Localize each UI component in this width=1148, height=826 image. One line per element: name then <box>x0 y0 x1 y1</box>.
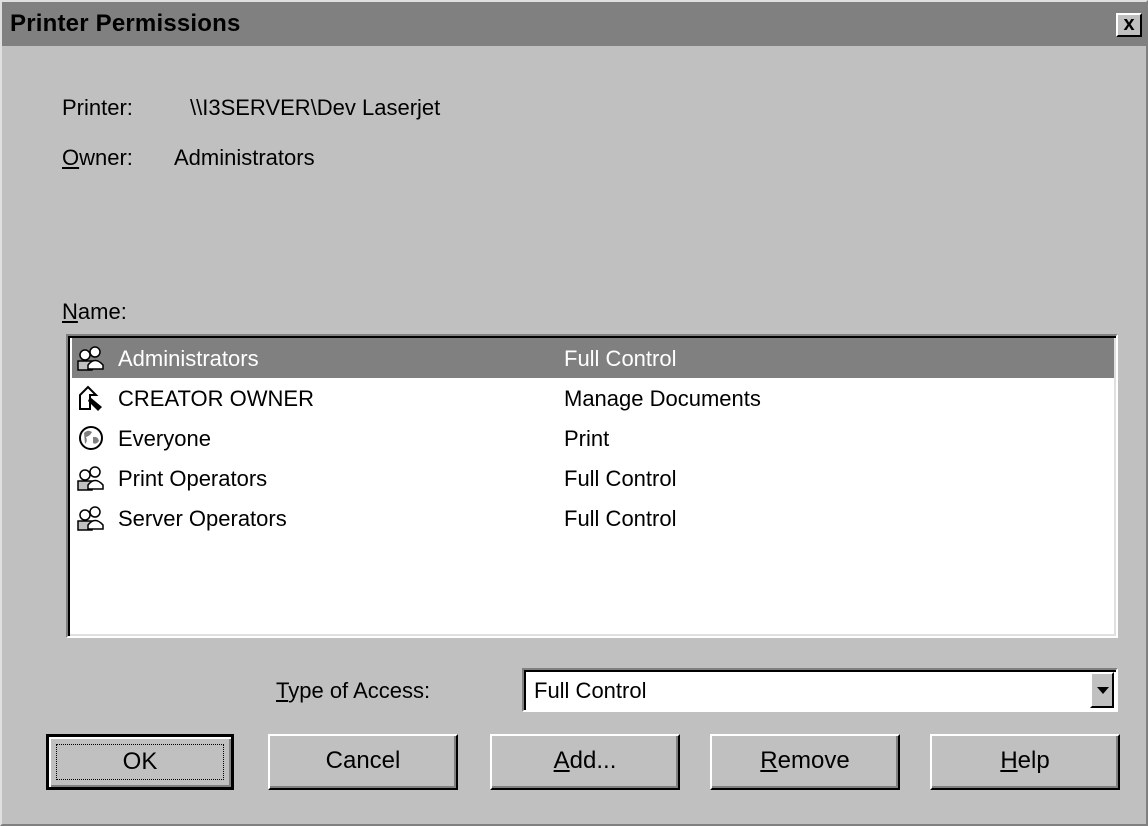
row-name: Server Operators <box>118 506 287 531</box>
help-button-label: elp <box>1017 747 1050 774</box>
list-item-administrators[interactable]: Administrators Full Control <box>72 338 1114 378</box>
close-button[interactable]: x <box>1116 13 1142 37</box>
printer-value: \\I3SERVER\Dev Laserjet <box>190 95 441 120</box>
globe-icon <box>79 426 103 450</box>
owner-label-mnemonic: O <box>62 145 80 170</box>
cancel-button-label: Cancel <box>325 747 401 774</box>
help-button-mnemonic: H <box>1000 747 1018 774</box>
group-icon <box>77 506 104 531</box>
type-of-access-value: Full Control <box>534 678 647 703</box>
printer-label: Printer: <box>62 95 133 120</box>
add-button-label: dd... <box>569 747 617 774</box>
type-of-access-select[interactable]: Full Control <box>522 668 1118 712</box>
list-item-creator-owner[interactable]: CREATOR OWNER Manage Documents <box>72 378 1114 418</box>
owner-label-rest: wner: <box>79 145 133 170</box>
row-access: Full Control <box>564 506 677 531</box>
owner-label: Owner: <box>62 145 133 171</box>
add-button[interactable]: Add... <box>490 734 680 790</box>
add-button-mnemonic: A <box>553 747 570 774</box>
window-title: Printer Permissions <box>10 10 241 37</box>
list-item-server-operators[interactable]: Server Operators Full Control <box>72 498 1114 538</box>
row-access: Full Control <box>564 466 677 491</box>
creator-owner-icon <box>79 385 102 411</box>
name-label-mnemonic: N <box>62 299 78 324</box>
list-item-everyone[interactable]: Everyone Print <box>72 418 1114 458</box>
type-of-access-label: Type of Access: <box>276 678 430 704</box>
row-access: Print <box>564 426 610 451</box>
type-of-access-label-rest: ype of Access: <box>288 678 431 703</box>
row-name: CREATOR OWNER <box>118 386 314 411</box>
row-access: Manage Documents <box>564 386 761 411</box>
row-name: Print Operators <box>118 466 268 491</box>
remove-button[interactable]: Remove <box>710 734 900 790</box>
title-bar[interactable]: Printer Permissions x <box>2 2 1146 46</box>
remove-button-label: emove <box>777 747 850 774</box>
remove-button-mnemonic: R <box>760 747 778 774</box>
chevron-down-icon[interactable] <box>1090 672 1114 708</box>
group-icon <box>77 346 104 371</box>
focus-rectangle <box>56 744 224 780</box>
row-name: Everyone <box>118 426 211 451</box>
row-name: Administrators <box>118 346 259 371</box>
ok-button[interactable]: OK <box>46 734 234 790</box>
group-icon <box>77 466 104 491</box>
row-access: Full Control <box>564 346 677 371</box>
cancel-button[interactable]: Cancel <box>268 734 458 790</box>
type-of-access-mnemonic: T <box>276 678 289 703</box>
help-button[interactable]: Help <box>930 734 1120 790</box>
permissions-list[interactable]: Administrators Full Control CREATOR OWNE… <box>66 334 1118 638</box>
name-label: Name: <box>62 299 127 325</box>
name-label-rest: ame: <box>77 299 127 324</box>
list-item-print-operators[interactable]: Print Operators Full Control <box>72 458 1114 498</box>
owner-value: Administrators <box>174 145 315 170</box>
